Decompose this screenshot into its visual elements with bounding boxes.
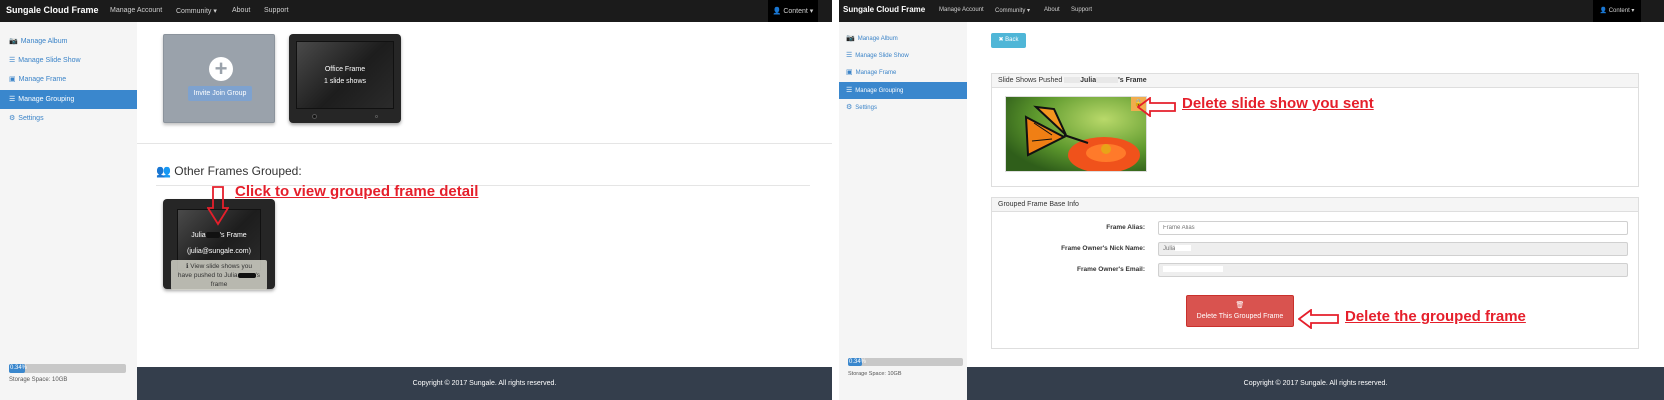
sidebar-item-settings[interactable]: ⚙ Settings: [0, 109, 137, 128]
office-frame-screen: Office Frame 1 slide shows: [296, 41, 394, 109]
nav-manage-account[interactable]: Manage Account: [110, 7, 162, 14]
nav-support[interactable]: Support: [1071, 7, 1092, 13]
redaction-mark: [1175, 245, 1192, 252]
sidebar-item-manage-album[interactable]: 📷 Manage Album: [0, 32, 137, 51]
storage-progress-fill: 0.34%: [9, 364, 28, 373]
sidebar-item-label: Settings: [855, 105, 877, 111]
view-slide-shows-tooltip[interactable]: ℹ View slide shows you have pushed to Ju…: [171, 260, 267, 290]
storage-progress-bar: 0.34%: [848, 358, 963, 366]
sidebar-item-manage-grouping[interactable]: ☰ Manage Grouping: [839, 82, 967, 99]
gear-icon: ⚙: [9, 115, 16, 122]
owner-email-label: Frame Owner's Email:: [1076, 266, 1145, 273]
panel-gap: [832, 0, 839, 400]
list-icon: ☰: [846, 52, 853, 59]
sensor-icon: [375, 115, 378, 118]
nav-about[interactable]: About: [1044, 7, 1060, 13]
power-icon: [312, 114, 317, 119]
storage-progress-fill: 0.34%: [848, 358, 867, 366]
storage-space-text: Storage Space: 10GB: [9, 377, 68, 383]
sidebar: 📷 Manage Album ☰ Manage Slide Show ▣ Manage…: [839, 22, 967, 400]
divider: [137, 143, 832, 144]
sidebar-item-label: Settings: [18, 115, 44, 122]
sidebar-item-manage-slide-show[interactable]: ☰ Manage Slide Show: [839, 47, 967, 64]
sidebar-item-manage-frame[interactable]: ▣ Manage Frame: [839, 64, 967, 81]
footer: Copyright © 2017 Sungale. All rights res…: [137, 367, 832, 400]
owner-nick-name-label: Frame Owner's Nick Name:: [1061, 245, 1145, 252]
invite-join-group-button[interactable]: Invite Join Group: [188, 86, 252, 101]
sidebar-item-label: Manage Grouping: [855, 88, 904, 94]
sidebar-item-label: Manage Album: [20, 38, 68, 45]
sidebar-item-label: Manage Album: [857, 36, 898, 42]
frame-subtitle: 1 slide shows: [323, 78, 367, 85]
nav-about[interactable]: About: [232, 7, 250, 14]
right-screenshot: Sungale Cloud Frame Manage Account Commu…: [839, 0, 1664, 400]
redaction-mark: [237, 272, 256, 278]
sidebar-item-label: Manage Frame: [855, 70, 897, 76]
left-screenshot: Sungale Cloud Frame Manage Account Commu…: [0, 0, 832, 400]
redaction-mark: [205, 232, 220, 239]
owner-email-field: [1158, 263, 1628, 277]
owner-nick-name-field: Julia: [1158, 242, 1628, 256]
sidebar-item-manage-grouping[interactable]: ☰ Manage Grouping: [0, 90, 137, 109]
storage-progress-bar: 0.34%: [9, 364, 126, 373]
delete-grouped-frame-callout: Delete the grouped frame: [1345, 308, 1526, 325]
frame-alias-label: Frame Alias:: [1106, 224, 1145, 231]
butterfly-image: [1006, 97, 1146, 173]
sidebar-item-label: Manage Slide Show: [855, 53, 909, 59]
left-arrow-annotation: [1298, 309, 1339, 329]
top-navbar: Sungale Cloud Frame Manage Account Commu…: [0, 0, 832, 22]
slide-show-thumbnail[interactable]: [1005, 96, 1147, 173]
plus-icon: +: [209, 57, 233, 81]
redaction-mark: [1163, 266, 1223, 273]
base-info-header: Grouped Frame Base Info: [992, 198, 1638, 212]
users-icon: 👥: [156, 164, 171, 178]
users-icon: ☰: [9, 96, 16, 103]
nav-support[interactable]: Support: [264, 7, 289, 14]
picture-icon: ▣: [9, 76, 16, 83]
sidebar-item-manage-album[interactable]: 📷 Manage Album: [839, 30, 967, 47]
nav-manage-account[interactable]: Manage Account: [939, 7, 984, 13]
slide-shows-pushed-header: Slide Shows Pushed Julia's Frame: [992, 74, 1638, 88]
grouped-frame-name: Julia's Frame: [191, 232, 247, 239]
grouped-frame-email: (julia@sungale.com): [187, 248, 251, 255]
sidebar-item-manage-slide-show[interactable]: ☰ Manage Slide Show: [0, 51, 137, 70]
users-icon: ☰: [846, 87, 853, 94]
back-button[interactable]: ✖ Back: [991, 33, 1026, 48]
camera-icon: 📷: [9, 38, 18, 45]
footer: Copyright © 2017 Sungale. All rights res…: [967, 367, 1664, 400]
nav-community[interactable]: Community ▾: [176, 7, 217, 15]
sidebar-item-label: Manage Grouping: [18, 96, 75, 103]
redaction-mark: [1064, 77, 1081, 84]
picture-icon: ▣: [846, 69, 853, 76]
sidebar-item-settings[interactable]: ⚙ Settings: [839, 99, 967, 116]
brand-link[interactable]: Sungale Cloud Frame: [6, 5, 99, 15]
redaction-mark: [1096, 77, 1119, 84]
user-menu[interactable]: 👤 Content ▾: [768, 0, 818, 22]
camera-icon: 📷: [846, 35, 855, 42]
frame-title: Office Frame: [324, 66, 366, 73]
click-to-view-callout: Click to view grouped frame detail: [235, 183, 479, 200]
brand-link[interactable]: Sungale Cloud Frame: [843, 5, 925, 14]
gear-icon: ⚙: [846, 104, 853, 111]
frame-alias-input[interactable]: [1158, 221, 1628, 235]
sidebar-item-label: Manage Frame: [18, 76, 67, 83]
delete-slide-show-callout: Delete slide show you sent: [1182, 95, 1374, 112]
office-frame-card[interactable]: Office Frame 1 slide shows: [289, 34, 401, 123]
sidebar-item-label: Manage Slide Show: [18, 57, 81, 64]
invite-join-card[interactable]: + Invite Join Group: [163, 34, 275, 123]
nav-community[interactable]: Community ▾: [995, 7, 1030, 14]
storage-space-text: Storage Space: 10GB: [848, 371, 902, 377]
list-icon: ☰: [9, 57, 16, 64]
down-arrow-annotation: [207, 186, 229, 226]
sidebar-item-manage-frame[interactable]: ▣ Manage Frame: [0, 70, 137, 89]
user-menu[interactable]: 👤 Content ▾: [1593, 0, 1641, 22]
top-navbar: Sungale Cloud Frame Manage Account Commu…: [839, 0, 1664, 22]
left-arrow-annotation: [1137, 97, 1176, 117]
trash-icon: 🗑: [1235, 302, 1245, 309]
sidebar: 📷 Manage Album ☰ Manage Slide Show ▣ Manage…: [0, 22, 137, 400]
other-frames-title: 👥 Other Frames Grouped:: [156, 164, 302, 178]
delete-grouped-frame-button[interactable]: 🗑 Delete This Grouped Frame: [1186, 295, 1294, 327]
slide-shows-pushed-panel: Slide Shows Pushed Julia's Frame 🔒: [991, 73, 1639, 187]
